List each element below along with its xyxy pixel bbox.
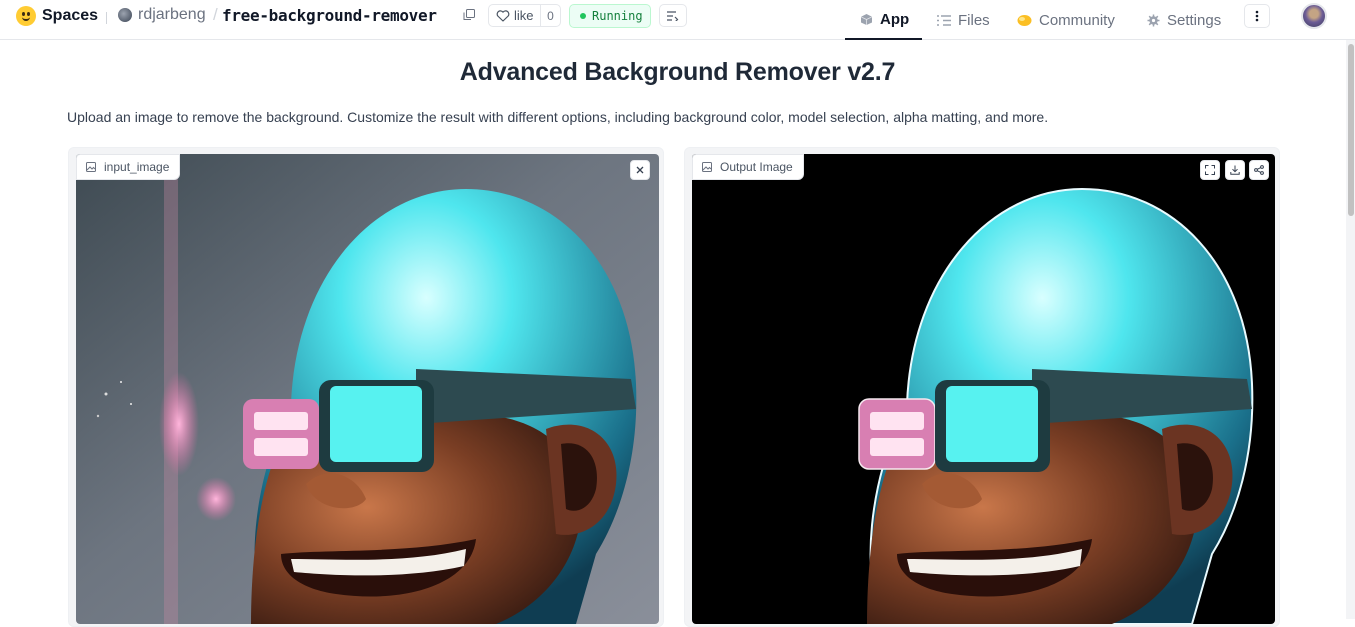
- image-icon: [86, 162, 96, 172]
- tab-settings-label: Settings: [1167, 11, 1222, 29]
- like-button[interactable]: like 0: [488, 4, 561, 27]
- close-icon: [636, 166, 644, 174]
- image-icon: [702, 162, 712, 172]
- spaces-home-link[interactable]: Spaces: [16, 6, 98, 26]
- download-icon: [1230, 165, 1240, 175]
- more-vertical-icon: [1255, 10, 1259, 22]
- repo-name-link[interactable]: free-background-remover: [222, 6, 437, 25]
- clear-image-button[interactable]: [630, 160, 650, 180]
- top-bar: Spaces rdjarbeng / free-background-remov…: [0, 0, 1355, 40]
- tab-settings[interactable]: Settings: [1147, 0, 1221, 40]
- output-image-label: Output Image: [720, 160, 793, 174]
- tab-community-label: Community: [1039, 11, 1115, 29]
- fullscreen-button[interactable]: [1200, 160, 1220, 180]
- user-avatar[interactable]: [1301, 3, 1327, 29]
- input-image-label: input_image: [104, 160, 170, 174]
- logs-icon: [667, 10, 679, 21]
- status-badge[interactable]: Running: [569, 4, 651, 28]
- more-options-button[interactable]: [1244, 4, 1270, 28]
- heart-icon: [496, 9, 510, 23]
- like-count: 0: [540, 5, 560, 26]
- output-image-panel: Output Image: [684, 147, 1280, 627]
- hugging-face-logo-icon: [16, 6, 36, 26]
- share-icon: [1254, 165, 1264, 175]
- input-image-label-tag: input_image: [76, 154, 181, 180]
- brand-label: Spaces: [42, 7, 99, 24]
- tab-community[interactable]: Community: [1017, 0, 1115, 40]
- page-title: Advanced Background Remover v2.7: [459, 58, 896, 86]
- status-label: Running: [592, 9, 643, 23]
- input-image-panel[interactable]: input_image: [68, 147, 664, 627]
- input-image[interactable]: [76, 154, 659, 624]
- copy-icon[interactable]: [463, 9, 475, 21]
- like-label: like: [514, 8, 534, 23]
- output-image-label-tag: Output Image: [692, 154, 804, 180]
- app-cube-icon: [860, 13, 873, 26]
- owner-avatar[interactable]: [118, 8, 132, 22]
- divider: [106, 12, 107, 24]
- fullscreen-icon: [1205, 165, 1215, 175]
- gear-icon: [1147, 14, 1160, 27]
- tab-app[interactable]: App: [845, 0, 922, 40]
- status-dot-icon: [580, 13, 586, 19]
- community-icon: [1017, 14, 1032, 27]
- page-description: Upload an image to remove the background…: [67, 109, 1049, 125]
- owner-link[interactable]: rdjarbeng: [138, 6, 206, 24]
- output-image: [692, 154, 1275, 624]
- tab-app-label: App: [880, 10, 910, 28]
- files-icon: [937, 14, 951, 26]
- path-separator: /: [213, 5, 218, 24]
- tab-files[interactable]: Files: [937, 0, 990, 40]
- download-button[interactable]: [1225, 160, 1245, 180]
- logs-button[interactable]: [659, 4, 687, 27]
- tab-files-label: Files: [958, 11, 990, 29]
- share-button[interactable]: [1249, 160, 1269, 180]
